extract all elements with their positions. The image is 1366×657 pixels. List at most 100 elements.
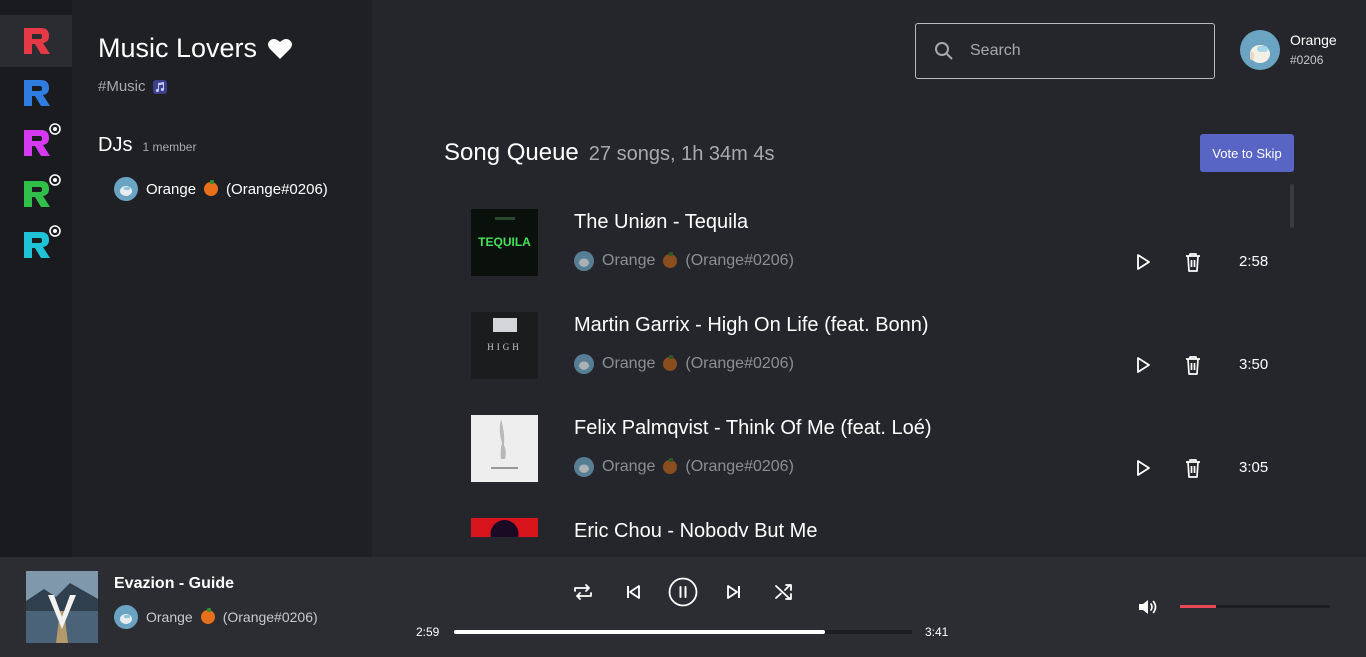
pause-icon: [668, 577, 698, 607]
music-note-icon: [152, 79, 167, 94]
djs-count: 1 member: [142, 140, 197, 154]
orange-emoji-icon: [663, 252, 678, 268]
shuffle-button[interactable]: [772, 579, 796, 605]
requester-name: Orange: [602, 355, 656, 372]
server-item-blue[interactable]: [0, 67, 72, 119]
room-panel: Music Lovers #Music DJs 1 member Orange …: [72, 0, 372, 557]
user-name: Orange: [1290, 32, 1337, 48]
song-title: Martin Garrix - High On Life (feat. Bonn…: [574, 314, 929, 336]
trash-icon[interactable]: [1183, 354, 1203, 376]
server-item-cyan[interactable]: [0, 219, 72, 271]
search-box[interactable]: [915, 23, 1215, 79]
room-title: Music Lovers: [98, 33, 293, 64]
djs-title: DJs: [98, 134, 133, 156]
trash-icon[interactable]: [1183, 251, 1203, 273]
skip-next-icon: [727, 585, 740, 599]
pause-button[interactable]: [667, 576, 699, 608]
player-bar: Evazion - Guide Orange (Orange#0206) 2:5…: [0, 557, 1366, 657]
server-item-pink[interactable]: [0, 117, 72, 169]
requester-tag: (Orange#0206): [222, 609, 318, 625]
avatar: [574, 354, 594, 374]
song-row[interactable]: Felix Palmqvist - Think Of Me (feat. Loé…: [471, 396, 1291, 496]
song-row[interactable]: HIGH Martin Garrix - High On Life (feat.…: [471, 293, 1291, 393]
server-rail: [0, 0, 72, 557]
server-item-green[interactable]: [0, 168, 72, 220]
user-avatar: [1240, 30, 1280, 70]
requester-tag: (Orange#0206): [685, 355, 794, 372]
requester-name: Orange: [146, 609, 193, 625]
cover-text: HIGH: [487, 342, 522, 352]
room-subtitle: #Music: [98, 78, 168, 95]
song-duration: 3:05: [1239, 459, 1269, 476]
orange-emoji-icon: [200, 608, 215, 624]
volume-slider[interactable]: [1180, 605, 1330, 608]
song-cover: [471, 518, 538, 537]
avatar: [114, 177, 138, 201]
song-cover: TEQUILA: [471, 209, 538, 276]
play-icon[interactable]: [1133, 355, 1153, 375]
award-badge-icon: [49, 225, 61, 237]
cover-text: TEQUILA: [478, 235, 531, 249]
search-input[interactable]: [970, 42, 1190, 60]
orange-emoji-icon: [663, 355, 678, 371]
now-playing-requester: Orange (Orange#0206): [114, 605, 318, 629]
avatar: [574, 457, 594, 477]
vote-skip-button[interactable]: Vote to Skip: [1200, 134, 1294, 172]
dj-tag: (Orange#0206): [226, 180, 328, 198]
award-badge-icon: [49, 174, 61, 186]
dj-member[interactable]: Orange (Orange#0206): [114, 177, 328, 201]
avatar: [114, 605, 138, 629]
play-icon[interactable]: [1133, 252, 1153, 272]
orange-emoji-icon: [663, 458, 678, 474]
next-button[interactable]: [723, 579, 745, 605]
repeat-button[interactable]: [571, 579, 595, 605]
queue-meta: 27 songs, 1h 34m 4s: [588, 143, 775, 165]
song-duration: 3:50: [1239, 356, 1269, 373]
song-requester: Orange (Orange#0206): [574, 457, 794, 477]
progress-fill: [454, 630, 825, 634]
song-title: Eric Chou - Nobody But Me: [574, 520, 818, 537]
server-item-red[interactable]: [0, 15, 72, 67]
song-row[interactable]: Eric Chou - Nobody But Me: [471, 499, 1291, 537]
dj-name: Orange: [146, 180, 197, 198]
queue-title: Song Queue: [444, 139, 579, 166]
room-channel: #Music: [98, 78, 146, 95]
song-requester: Orange (Orange#0206): [574, 251, 794, 271]
progress-bar[interactable]: [454, 630, 912, 634]
previous-button[interactable]: [622, 579, 644, 605]
user-tag: #0206: [1290, 53, 1324, 67]
skip-previous-icon: [627, 585, 640, 599]
repeat-icon: [574, 584, 592, 600]
requester-name: Orange: [602, 252, 656, 269]
requester-tag: (Orange#0206): [685, 458, 794, 475]
song-title: Felix Palmqvist - Think Of Me (feat. Loé…: [574, 417, 932, 439]
requester-name: Orange: [602, 458, 656, 475]
main-panel: Orange #0206 Song Queue 27 songs, 1h 34m…: [372, 0, 1366, 557]
orange-emoji-icon: [204, 180, 219, 196]
shuffle-icon: [775, 584, 792, 600]
user-profile[interactable]: Orange #0206: [1240, 30, 1337, 70]
room-title-text: Music Lovers: [98, 33, 258, 63]
song-cover: [471, 415, 538, 482]
song-cover: HIGH: [471, 312, 538, 379]
total-time: 3:41: [925, 625, 949, 639]
song-duration: 2:58: [1239, 253, 1269, 270]
search-icon: [935, 42, 953, 60]
song-requester: Orange (Orange#0206): [574, 354, 794, 374]
requester-tag: (Orange#0206): [685, 252, 794, 269]
award-badge-icon: [49, 123, 61, 135]
song-title: The Uniøn - Tequila: [574, 211, 749, 233]
now-playing-title: Evazion - Guide: [114, 575, 235, 592]
volume-fill: [1180, 605, 1216, 608]
heart-icon: [268, 38, 293, 59]
play-icon[interactable]: [1133, 458, 1153, 478]
djs-header: DJs 1 member: [98, 134, 196, 157]
elapsed-time: 2:59: [416, 625, 440, 639]
now-playing-cover: [26, 571, 98, 643]
volume-icon[interactable]: [1137, 597, 1159, 617]
song-row[interactable]: TEQUILA The Uniøn - Tequila Orange (Oran…: [471, 190, 1291, 290]
avatar: [574, 251, 594, 271]
server-logo-icon: [24, 80, 50, 106]
server-logo-icon: [24, 28, 50, 54]
trash-icon[interactable]: [1183, 457, 1203, 479]
